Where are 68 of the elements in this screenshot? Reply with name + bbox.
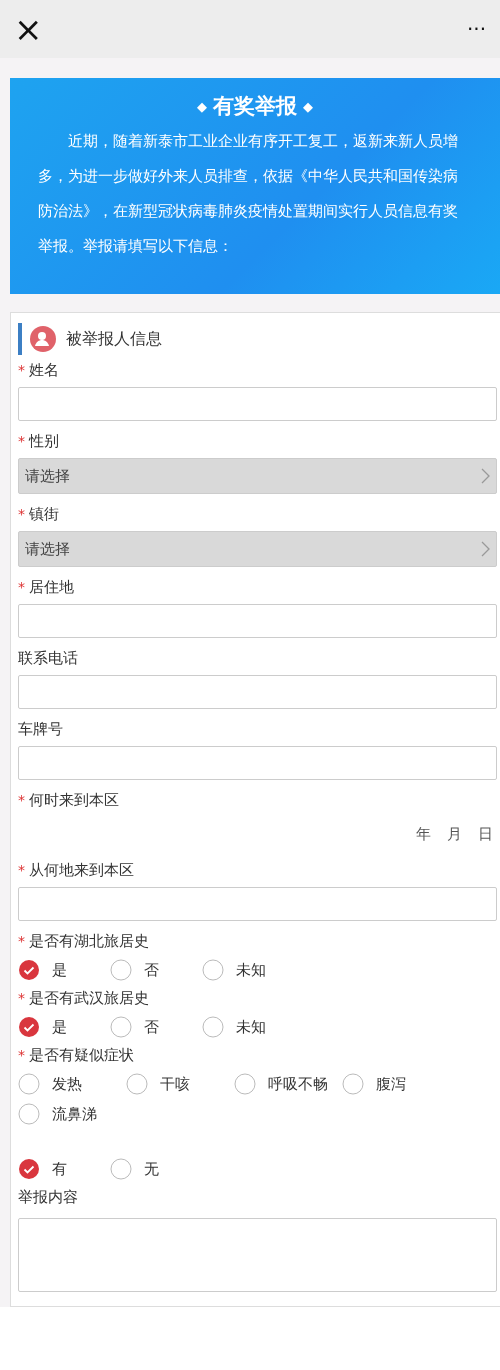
required-mark: * (18, 1047, 25, 1063)
select-field[interactable]: 请选择 (18, 531, 497, 567)
field-label: 举报内容 (18, 1187, 78, 1207)
field-label: 车牌号 (18, 719, 63, 739)
radio-option[interactable]: 是 (18, 1014, 110, 1040)
text-field[interactable] (18, 675, 497, 709)
radio-option[interactable]: 未知 (202, 1014, 294, 1040)
radio-icon[interactable] (110, 1016, 132, 1038)
date-part[interactable]: 年 (416, 824, 431, 844)
banner-title: 有奖举报 (213, 93, 297, 120)
radio-option[interactable]: 否 (110, 1014, 202, 1040)
field-label: 何时来到本区 (29, 790, 119, 810)
required-mark: * (18, 433, 25, 449)
radio-option[interactable]: 干咳 (126, 1071, 234, 1097)
field-label: 居住地 (29, 577, 74, 597)
section-title: 被举报人信息 (66, 328, 162, 350)
radio-icon[interactable] (18, 1103, 40, 1125)
field-label: 联系电话 (18, 648, 78, 668)
required-mark: * (18, 792, 25, 808)
date-part[interactable]: 日 (478, 824, 493, 844)
required-mark: * (18, 990, 25, 1006)
radio-icon[interactable] (18, 1073, 40, 1095)
text-field[interactable] (18, 604, 497, 638)
radio-option[interactable]: 呼吸不畅 (234, 1071, 342, 1097)
field-label: 是否有湖北旅居史 (29, 931, 149, 951)
person-icon (30, 326, 56, 352)
diamond-icon: ◆ (303, 98, 313, 114)
select-field[interactable]: 请选择 (18, 458, 497, 494)
field-label: 是否有武汉旅居史 (29, 988, 149, 1008)
radio-option[interactable]: 发热 (18, 1071, 126, 1097)
radio-icon[interactable] (202, 959, 224, 981)
radio-icon[interactable] (110, 1158, 132, 1180)
field-label: 姓名 (29, 360, 59, 380)
chevron-right-icon (481, 541, 490, 557)
date-part[interactable]: 月 (447, 824, 462, 844)
radio-option[interactable]: 是 (18, 957, 110, 983)
required-mark: * (18, 862, 25, 878)
radio-option[interactable]: 否 (110, 957, 202, 983)
radio-icon[interactable] (234, 1073, 256, 1095)
radio-icon[interactable] (110, 959, 132, 981)
field-label: 性别 (29, 431, 59, 451)
required-mark: * (18, 933, 25, 949)
radio-option[interactable]: 腹泻 (342, 1071, 450, 1097)
close-button[interactable]: × (14, 12, 43, 46)
required-mark: * (18, 579, 25, 595)
radio-option[interactable]: 有 (18, 1156, 110, 1182)
more-button[interactable]: ··· (466, 19, 486, 39)
required-mark: * (18, 506, 25, 522)
banner-text: 近期，随着新泰市工业企业有序开工复工，返新来新人员增多，为进一步做好外来人员排查，依据《中华人民共和国传染病防治法》，在新型冠状病毒肺炎疫情处置期间实行人员信息有奖举报。举报请填写以下信息： (38, 131, 459, 257)
required-mark: * (18, 362, 25, 378)
checked-radio-icon[interactable] (18, 1016, 40, 1038)
checked-radio-icon[interactable] (18, 1158, 40, 1180)
text-field[interactable] (18, 887, 497, 921)
text-area[interactable] (18, 1218, 497, 1292)
radio-option[interactable]: 流鼻涕 (18, 1101, 126, 1127)
radio-option[interactable]: 无 (110, 1156, 202, 1182)
field-label: 是否有疑似症状 (29, 1045, 134, 1065)
field-label: 镇街 (29, 504, 59, 524)
text-field[interactable] (18, 746, 497, 780)
diamond-icon: ◆ (197, 98, 207, 114)
chevron-right-icon (481, 468, 490, 484)
radio-icon[interactable] (342, 1073, 364, 1095)
radio-icon[interactable] (126, 1073, 148, 1095)
radio-icon[interactable] (202, 1016, 224, 1038)
field-label: 从何地来到本区 (29, 860, 134, 880)
radio-option[interactable]: 未知 (202, 957, 294, 983)
text-field[interactable] (18, 387, 497, 421)
checked-radio-icon[interactable] (18, 959, 40, 981)
